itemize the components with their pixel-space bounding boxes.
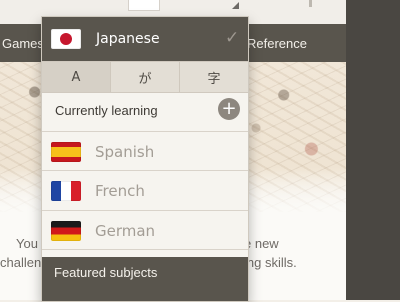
france-flag-icon — [51, 181, 81, 201]
background-text-right-2: ing skills. — [244, 255, 297, 270]
tab-latin[interactable]: A — [42, 62, 110, 92]
language-label: German — [95, 222, 156, 240]
script-tabs: A が 字 — [42, 61, 248, 93]
divider — [42, 249, 248, 250]
featured-subjects-section[interactable]: Featured subjects — [42, 257, 248, 301]
nav-games[interactable]: Games — [2, 36, 44, 51]
language-item-spanish[interactable]: Spanish — [42, 132, 248, 171]
tab-hiragana[interactable]: が — [111, 62, 179, 92]
germany-flag-icon — [51, 221, 81, 241]
background-text-line-2: challen — [0, 255, 42, 270]
japan-flag-icon — [51, 29, 81, 49]
check-icon: ✓ — [225, 28, 240, 48]
spain-flag-icon — [51, 142, 81, 162]
background-text-right-1: e new — [244, 236, 279, 251]
background-text-line-1: You — [16, 236, 38, 251]
selected-language-label: Japanese — [96, 31, 160, 47]
language-item-german[interactable]: German — [42, 211, 248, 250]
currently-learning-heading: Currently learning — [55, 103, 158, 118]
tab-kanji[interactable]: 字 — [180, 62, 248, 92]
add-language-button[interactable]: + — [218, 98, 240, 120]
top-bar-field[interactable] — [128, 0, 160, 11]
top-bar-handle — [309, 0, 312, 7]
nav-reference[interactable]: Reference — [247, 36, 307, 51]
plus-icon: + — [221, 98, 237, 119]
selected-language-header[interactable]: Japanese ✓ — [42, 17, 248, 61]
language-dropdown: Japanese ✓ A が 字 Currently learning + Sp… — [41, 16, 249, 302]
featured-subjects-label: Featured subjects — [54, 265, 158, 280]
right-sidebar-edge — [346, 0, 400, 300]
language-label: Spanish — [95, 143, 155, 161]
dropdown-corner-icon — [232, 2, 239, 9]
language-label: French — [95, 182, 145, 200]
language-item-french[interactable]: French — [42, 171, 248, 210]
